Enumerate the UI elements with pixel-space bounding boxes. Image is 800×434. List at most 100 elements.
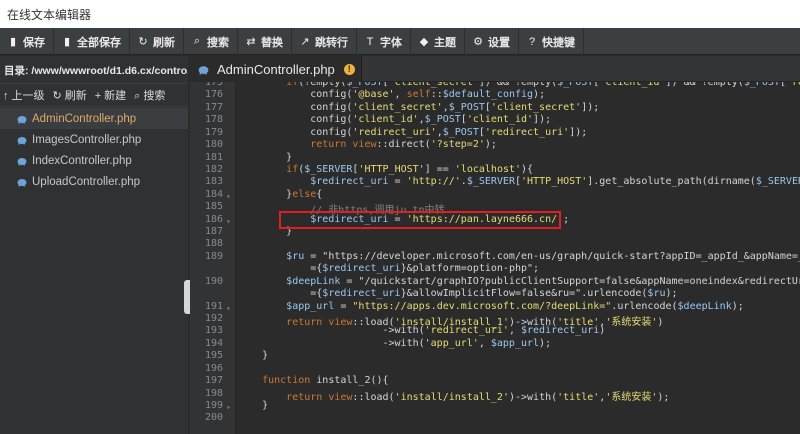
toolbar-label: 主题	[434, 36, 456, 49]
line-number: 180	[204, 139, 223, 151]
tab-label: AdminController.php	[217, 61, 335, 77]
line-number: 184	[204, 188, 223, 200]
code-line[interactable]: config('client_secret',$_POST['client_se…	[238, 102, 599, 113]
elephant-php-icon	[198, 65, 209, 74]
code-line[interactable]: if(!empty($_POST['client_secret']) && !e…	[238, 82, 800, 88]
code-line[interactable]: if($_SERVER['HTTP_HOST'] == 'localhost')…	[238, 164, 533, 175]
line-gutter: 175 176 177 178 179 180 181 182 183 184 185 186 187 1…	[190, 82, 234, 434]
sidebar-arrow-up-button[interactable]: ↑ 上一级	[0, 87, 50, 103]
arrow-up-icon: ↑	[3, 90, 9, 102]
line-number: 199	[204, 399, 223, 411]
code-line[interactable]: config('client_id',$_POST['client_id']);	[238, 114, 551, 125]
code-area[interactable]: 175 176 177 178 179 180 181 182 183 184 185 186 187 1…	[190, 82, 800, 434]
file-name: AdminController.php	[32, 112, 137, 125]
code-line[interactable]: }	[238, 350, 268, 361]
line-number: 175	[204, 82, 223, 88]
file-item[interactable]: IndexController.php	[0, 150, 188, 171]
file-name: ImagesController.php	[32, 133, 142, 146]
toolbar-label: 替换	[261, 36, 283, 49]
line-number: 190	[204, 275, 223, 287]
toolbar-gear-button[interactable]: ⚙ 设置	[465, 28, 519, 55]
toolbar-save-all-button[interactable]: ▮ 全部保存	[54, 28, 130, 55]
fold-toggle-icon[interactable]: ▾	[226, 403, 231, 412]
code-line[interactable]: ={$redirect_uri}&platform=option-php";	[238, 263, 539, 274]
line-number: 196	[204, 362, 223, 374]
fold-toggle-icon[interactable]: ▾	[226, 217, 231, 226]
tab-admincontroller[interactable]: AdminController.php !	[190, 56, 362, 82]
elephant-php-icon	[17, 157, 27, 165]
code-line[interactable]: $app_url = "https://apps.dev.microsoft.c…	[238, 301, 744, 312]
file-item[interactable]: AdminController.php	[0, 108, 188, 129]
goto-line-icon: ↗	[300, 36, 310, 48]
toolbar-help-button[interactable]: ? 快捷键	[519, 28, 584, 55]
refresh-icon: ↻	[138, 36, 148, 48]
toolbar-refresh-button[interactable]: ↻ 刷新	[130, 28, 184, 55]
code-line[interactable]: config('redirect_uri',$_POST['redirect_u…	[238, 127, 587, 138]
file-list: AdminController.php ImagesController.php I…	[0, 108, 188, 192]
toolbar-font-button[interactable]: T 字体	[357, 28, 411, 55]
sidebar-action-label: 搜索	[143, 90, 166, 102]
window-title: 在线文本编辑器	[7, 8, 92, 22]
line-number: 188	[204, 238, 223, 250]
line-number: 193	[204, 325, 223, 337]
code-line[interactable]: ->with('app_url', $app_url);	[238, 338, 551, 349]
code-line[interactable]: $deepLink = "/quickstart/graphIO?publicC…	[238, 276, 800, 287]
sidebar-plus-button[interactable]: + 新建	[92, 87, 131, 103]
toolbar-theme-button[interactable]: ◆ 主题	[411, 28, 465, 55]
code-line[interactable]: ={$redirect_uri}&allowImplicitFlow=false…	[238, 288, 677, 299]
elephant-php-icon	[17, 115, 27, 123]
toolbar-label: 搜索	[207, 36, 229, 49]
line-number: 182	[204, 163, 223, 175]
toolbar-label: 设置	[488, 36, 510, 49]
code-line[interactable]: ->with('redirect_uri', $redirect_uri)	[238, 325, 605, 336]
code-line[interactable]: return view::load('install/install_2')->…	[238, 388, 669, 403]
font-icon: T	[366, 35, 374, 48]
file-item[interactable]: UploadController.php	[0, 171, 188, 192]
code-line[interactable]: function install_2(){	[238, 375, 388, 386]
line-number: 185	[204, 201, 223, 213]
code-editor: AdminController.php ! 175 176 177 178 179 180…	[190, 56, 800, 434]
sidebar-search-button[interactable]: ⌕ 搜索	[131, 87, 170, 103]
file-item[interactable]: ImagesController.php	[0, 129, 188, 150]
directory-path: 目录: /www/wwwroot/d1.d6.cx/contro...	[4, 65, 188, 77]
code-text[interactable]: if(!empty($_POST['client_secret']) && !e…	[234, 82, 800, 434]
code-line[interactable]: config('@base', self::$default_config);	[238, 89, 545, 100]
toolbar-label: 保存	[23, 36, 45, 49]
code-line[interactable]: $ru = "https://developer.microsoft.com/e…	[238, 251, 800, 262]
refresh-icon: ↻	[52, 90, 62, 102]
plus-icon: +	[94, 90, 102, 102]
code-line[interactable]: $redirect_uri = 'http://'.$_SERVER['HTTP…	[238, 176, 800, 187]
gear-icon: ⚙	[473, 36, 483, 48]
line-number: 197	[204, 375, 223, 387]
sidebar-actions: ↑ 上一级 ↻ 刷新 + 新建 ⌕ 搜索	[0, 83, 188, 107]
sidebar-action-label: 新建	[104, 90, 127, 102]
toolbar-save-button[interactable]: ▮ 保存	[0, 28, 54, 55]
toolbar-label: 跳转行	[315, 36, 348, 49]
toolbar-goto-line-button[interactable]: ↗ 跳转行	[292, 28, 357, 55]
help-icon: ?	[528, 35, 536, 48]
sidebar-action-label: 上一级	[11, 90, 45, 102]
line-number: 186	[204, 213, 223, 225]
toolbar-label: 刷新	[153, 36, 175, 49]
replace-icon: ⇄	[246, 36, 256, 48]
fold-toggle-icon[interactable]: ▾	[226, 192, 231, 201]
file-name: UploadController.php	[32, 175, 141, 188]
toolbar-replace-button[interactable]: ⇄ 替换	[238, 28, 292, 55]
line-number: 179	[204, 126, 223, 138]
fold-toggle-icon[interactable]: ▾	[226, 304, 231, 313]
sidebar-action-label: 刷新	[64, 90, 87, 102]
window-titlebar: 在线文本编辑器	[0, 0, 800, 28]
highlight-box	[279, 210, 561, 229]
toolbar-search-button[interactable]: ⌕ 搜索	[184, 28, 238, 55]
code-line[interactable]: }else{	[238, 189, 322, 200]
code-line[interactable]: }	[238, 152, 292, 163]
unsaved-warning-icon: !	[343, 63, 355, 75]
line-number: 191	[204, 300, 223, 312]
sidebar-refresh-button[interactable]: ↻ 刷新	[50, 87, 92, 103]
code-line[interactable]: }	[238, 400, 268, 411]
line-number: 189	[204, 250, 223, 262]
toolbar-label: 快捷键	[542, 36, 575, 49]
line-number: 198	[204, 387, 223, 399]
code-line[interactable]: return view::direct('?step=2');	[238, 139, 497, 150]
line-number: 200	[204, 412, 223, 424]
